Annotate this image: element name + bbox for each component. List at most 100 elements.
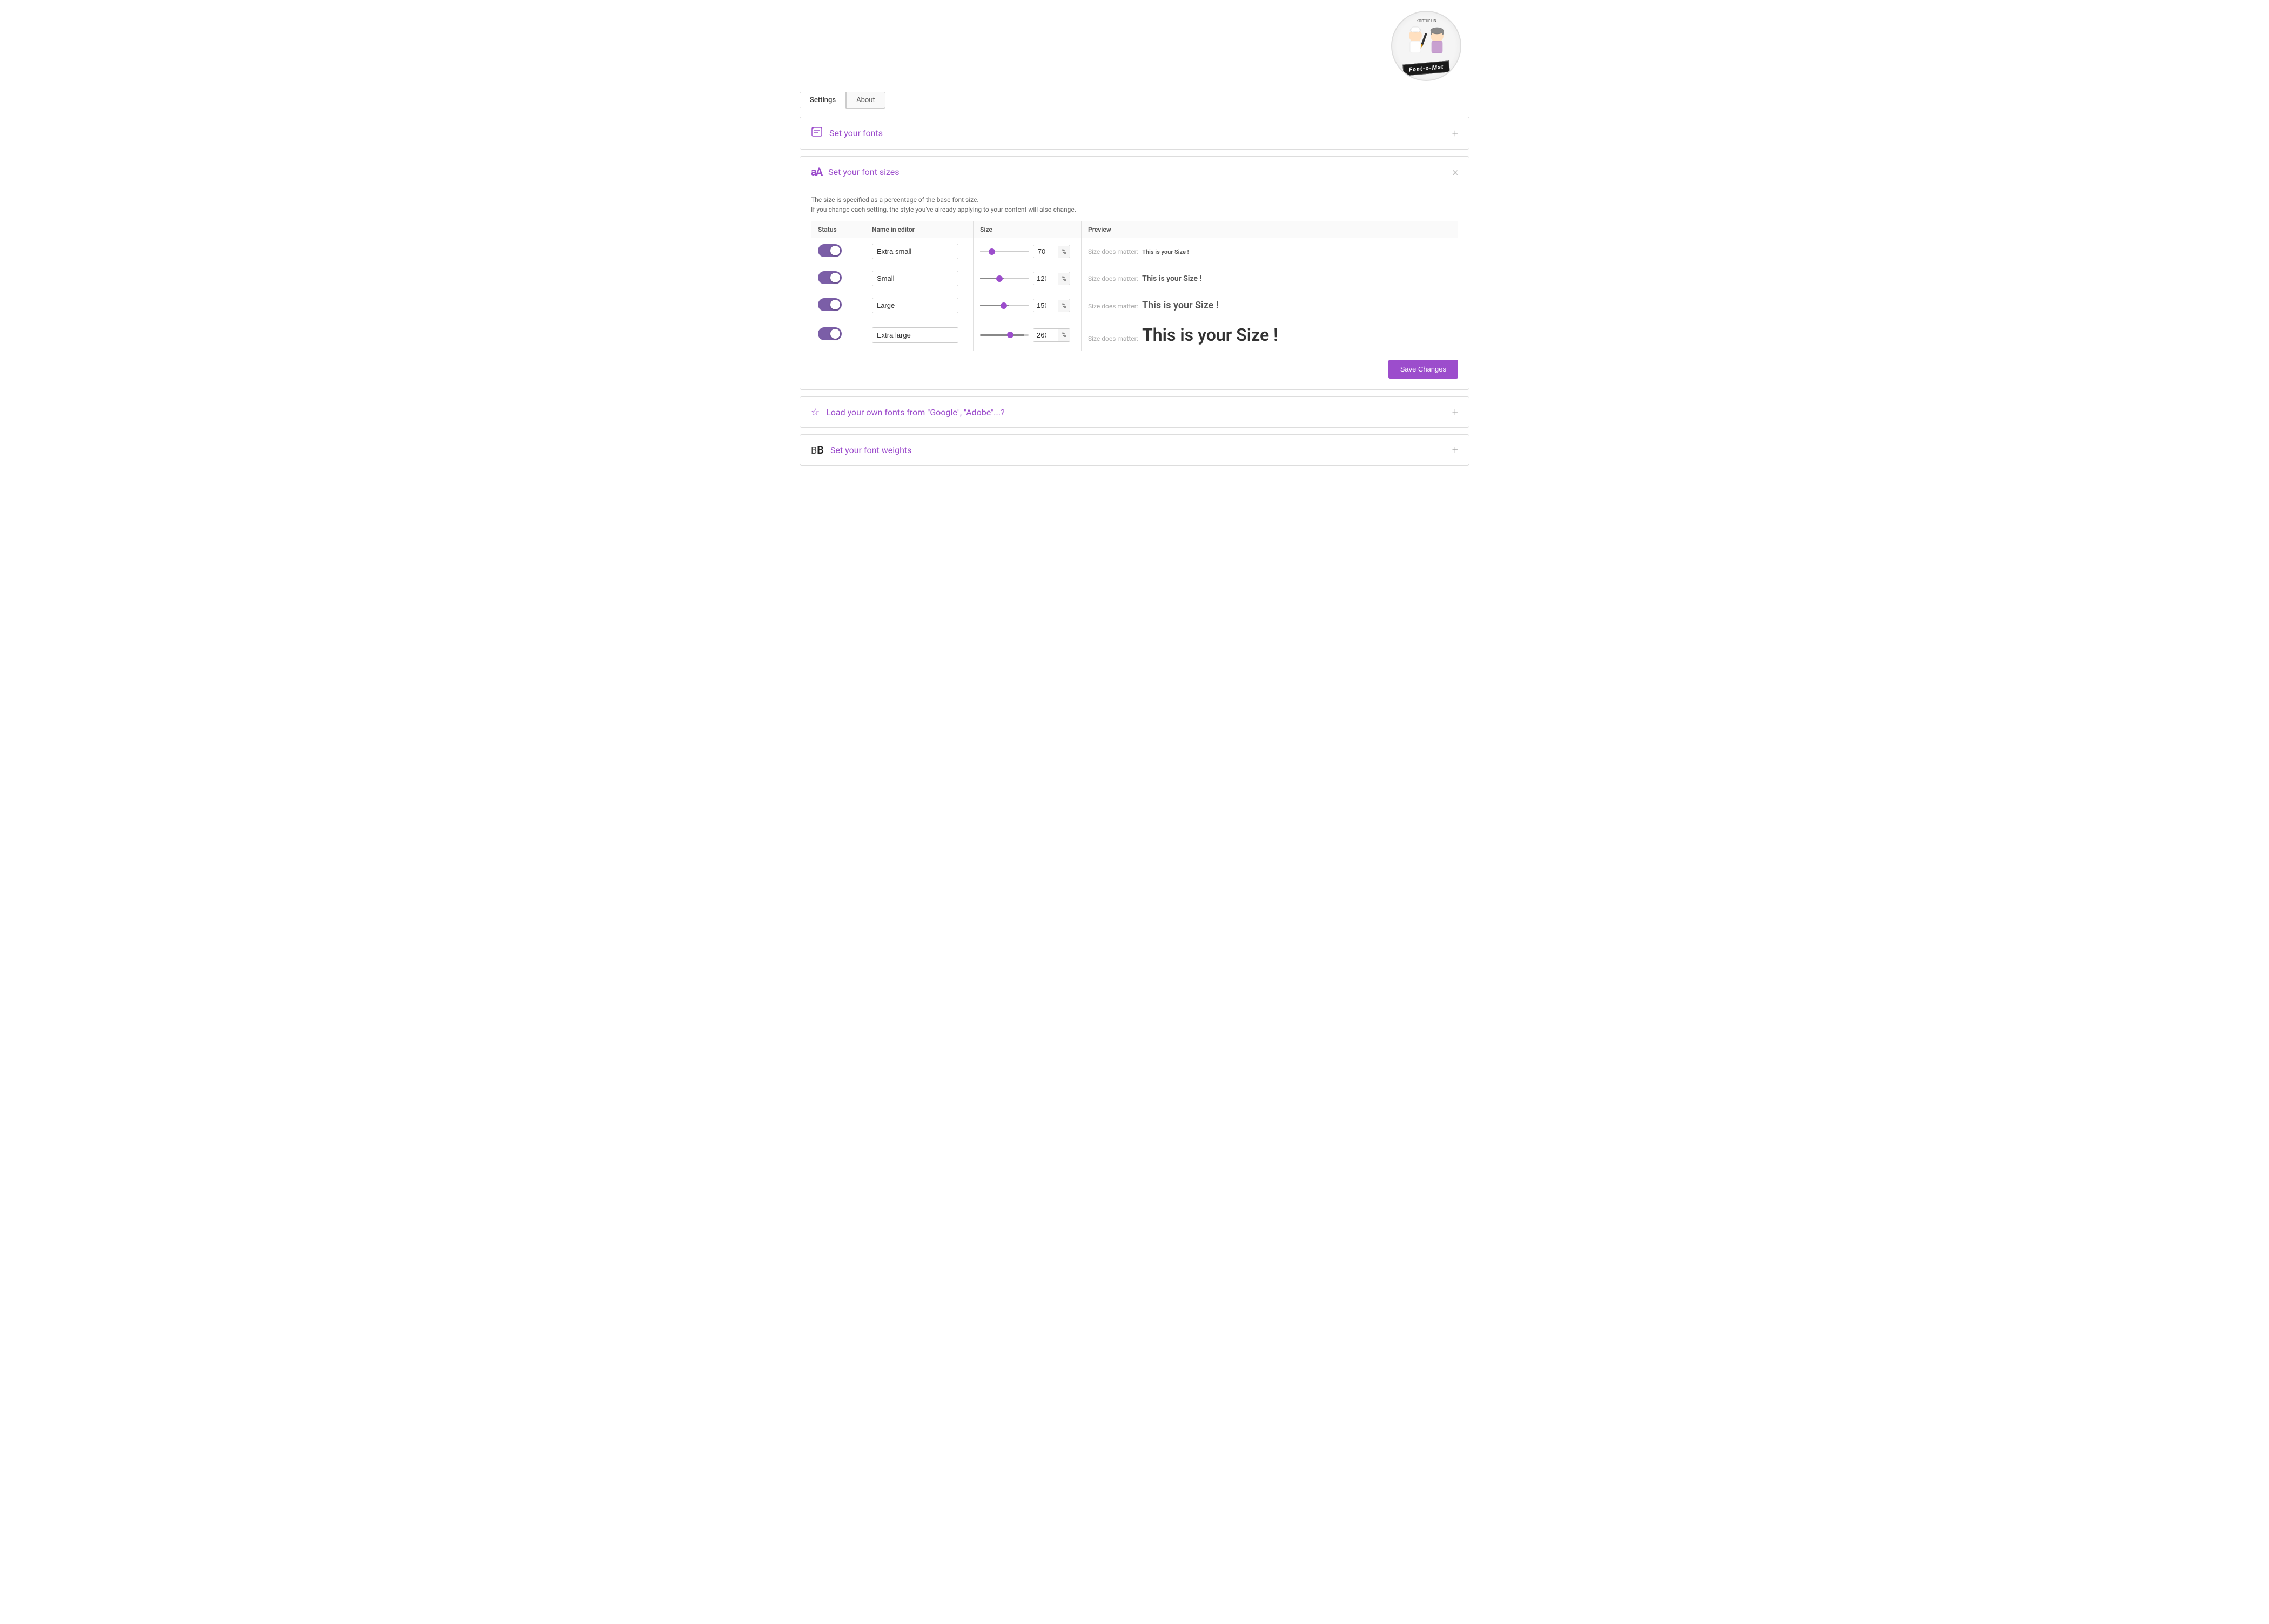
section-load-fonts-left: ☆ Load your own fonts from "Google", "Ad… xyxy=(811,407,1005,418)
preview-text-lg: This is your Size ! xyxy=(1142,300,1219,311)
save-changes-button[interactable]: Save Changes xyxy=(1388,360,1458,379)
status-cell-xl xyxy=(811,319,865,351)
tab-settings[interactable]: Settings xyxy=(800,92,846,109)
size-slider-extra-large[interactable] xyxy=(980,334,1029,336)
preview-cell-sm: Size does matter: This is your Size ! xyxy=(1082,265,1458,292)
size-control-sm: % xyxy=(980,272,1075,285)
status-cell-sm xyxy=(811,265,865,292)
description-line2: If you change each setting, the style yo… xyxy=(811,206,1458,213)
size-unit-xl: % xyxy=(1058,329,1070,341)
size-cell-xs: % xyxy=(974,238,1082,265)
section-font-weights-toggle[interactable]: + xyxy=(1452,443,1458,456)
section-font-sizes-toggle[interactable]: × xyxy=(1453,165,1458,178)
col-header-status: Status xyxy=(811,221,865,238)
star-icon: ☆ xyxy=(811,407,820,418)
toggle-thumb xyxy=(830,300,840,309)
logo-characters-svg xyxy=(1402,25,1451,63)
section-font-sizes-title: Set your font sizes xyxy=(828,167,899,177)
col-header-size: Size xyxy=(974,221,1082,238)
section-set-fonts-toggle[interactable]: + xyxy=(1452,127,1458,140)
preview-label-lg: Size does matter: xyxy=(1088,302,1138,310)
section-font-sizes-left: aA Set your font sizes xyxy=(811,165,899,178)
section-set-fonts-title: Set your fonts xyxy=(829,128,883,138)
status-cell-lg xyxy=(811,292,865,319)
size-number-wrap-xs: % xyxy=(1033,245,1070,258)
font-sizes-table: Status Name in editor Size Preview xyxy=(811,221,1458,351)
name-cell-sm xyxy=(865,265,974,292)
size-unit-lg: % xyxy=(1058,300,1070,312)
size-number-extra-small[interactable] xyxy=(1033,245,1058,258)
name-input-large[interactable] xyxy=(872,298,958,313)
logo-domain: kontur.us xyxy=(1416,18,1436,24)
name-cell-lg xyxy=(865,292,974,319)
table-row: % Size does matter: This is your Size ! xyxy=(811,319,1458,351)
size-cell-xl: % xyxy=(974,319,1082,351)
section-set-fonts-left: Set your fonts xyxy=(811,126,883,140)
status-cell-xs xyxy=(811,238,865,265)
section-font-weights-header[interactable]: BB Set your font weights + xyxy=(800,435,1469,465)
table-row: % Size does matter: This is your Size ! xyxy=(811,292,1458,319)
preview-cell-xl: Size does matter: This is your Size ! xyxy=(1082,319,1458,351)
size-number-wrap-lg: % xyxy=(1033,299,1070,312)
section-font-weights-left: BB Set your font weights xyxy=(811,443,911,456)
section-load-fonts-title: Load your own fonts from "Google", "Adob… xyxy=(826,407,1004,417)
section-font-sizes-header[interactable]: aA Set your font sizes × xyxy=(800,157,1469,187)
toggle-small[interactable] xyxy=(818,271,842,284)
section-set-fonts-header[interactable]: Set your fonts + xyxy=(800,117,1469,149)
logo-area: kontur.us xyxy=(800,11,1469,81)
size-slider-extra-small[interactable] xyxy=(980,251,1029,252)
section-load-fonts-header[interactable]: ☆ Load your own fonts from "Google", "Ad… xyxy=(800,397,1469,427)
name-input-extra-large[interactable] xyxy=(872,327,958,343)
aA-icon: aA xyxy=(811,165,822,178)
table-row: % Size does matter: This is your Size ! xyxy=(811,265,1458,292)
size-cell-lg: % xyxy=(974,292,1082,319)
preview-text-xs: This is your Size ! xyxy=(1142,248,1189,255)
section-load-fonts-toggle[interactable]: + xyxy=(1452,406,1458,419)
logo-name: Font-o-Mat xyxy=(1402,60,1450,76)
size-unit-sm: % xyxy=(1058,273,1070,285)
section-load-fonts: ☆ Load your own fonts from "Google", "Ad… xyxy=(800,396,1469,428)
preview-label-xl: Size does matter: xyxy=(1088,335,1138,342)
section-font-weights-title: Set your font weights xyxy=(830,445,911,455)
size-number-extra-large[interactable] xyxy=(1033,329,1058,341)
size-control-xl: % xyxy=(980,328,1075,342)
preview-cell-lg: Size does matter: This is your Size ! xyxy=(1082,292,1458,319)
toggle-thumb xyxy=(830,273,840,282)
toggle-thumb xyxy=(830,329,840,339)
col-header-preview: Preview xyxy=(1082,221,1458,238)
toggle-large[interactable] xyxy=(818,298,842,311)
size-unit-xs: % xyxy=(1058,246,1070,258)
section-font-weights: BB Set your font weights + xyxy=(800,434,1469,466)
logo-circle: kontur.us xyxy=(1391,11,1461,81)
size-slider-large[interactable] xyxy=(980,305,1029,306)
preview-label-xs: Size does matter: xyxy=(1088,248,1138,255)
size-slider-small[interactable] xyxy=(980,278,1029,279)
size-number-wrap-sm: % xyxy=(1033,272,1070,285)
toggle-thumb xyxy=(830,246,840,255)
name-input-small[interactable] xyxy=(872,271,958,286)
fonts-icon xyxy=(811,126,823,140)
toggle-extra-small[interactable] xyxy=(818,244,842,257)
preview-text-sm: This is your Size ! xyxy=(1142,274,1201,283)
col-header-name: Name in editor xyxy=(865,221,974,238)
size-cell-sm: % xyxy=(974,265,1082,292)
logo-container: kontur.us xyxy=(1383,11,1469,81)
bb-icon: BB xyxy=(811,443,824,456)
size-control-xs: % xyxy=(980,245,1075,258)
name-input-extra-small[interactable] xyxy=(872,244,958,259)
tabs-container: Settings About xyxy=(800,92,1469,109)
name-cell-xl xyxy=(865,319,974,351)
section-font-sizes: aA Set your font sizes × The size is spe… xyxy=(800,156,1469,390)
tab-about[interactable]: About xyxy=(846,92,885,109)
size-number-wrap-xl: % xyxy=(1033,328,1070,342)
section-set-fonts: Set your fonts + xyxy=(800,117,1469,150)
save-row: Save Changes xyxy=(811,360,1458,379)
preview-label-sm: Size does matter: xyxy=(1088,275,1138,282)
name-cell-xs xyxy=(865,238,974,265)
size-number-large[interactable] xyxy=(1033,299,1058,312)
size-control-lg: % xyxy=(980,299,1075,312)
preview-text-xl: This is your Size ! xyxy=(1142,325,1278,345)
size-number-small[interactable] xyxy=(1033,272,1058,285)
toggle-extra-large[interactable] xyxy=(818,327,842,340)
section-font-sizes-body: The size is specified as a percentage of… xyxy=(800,187,1469,389)
